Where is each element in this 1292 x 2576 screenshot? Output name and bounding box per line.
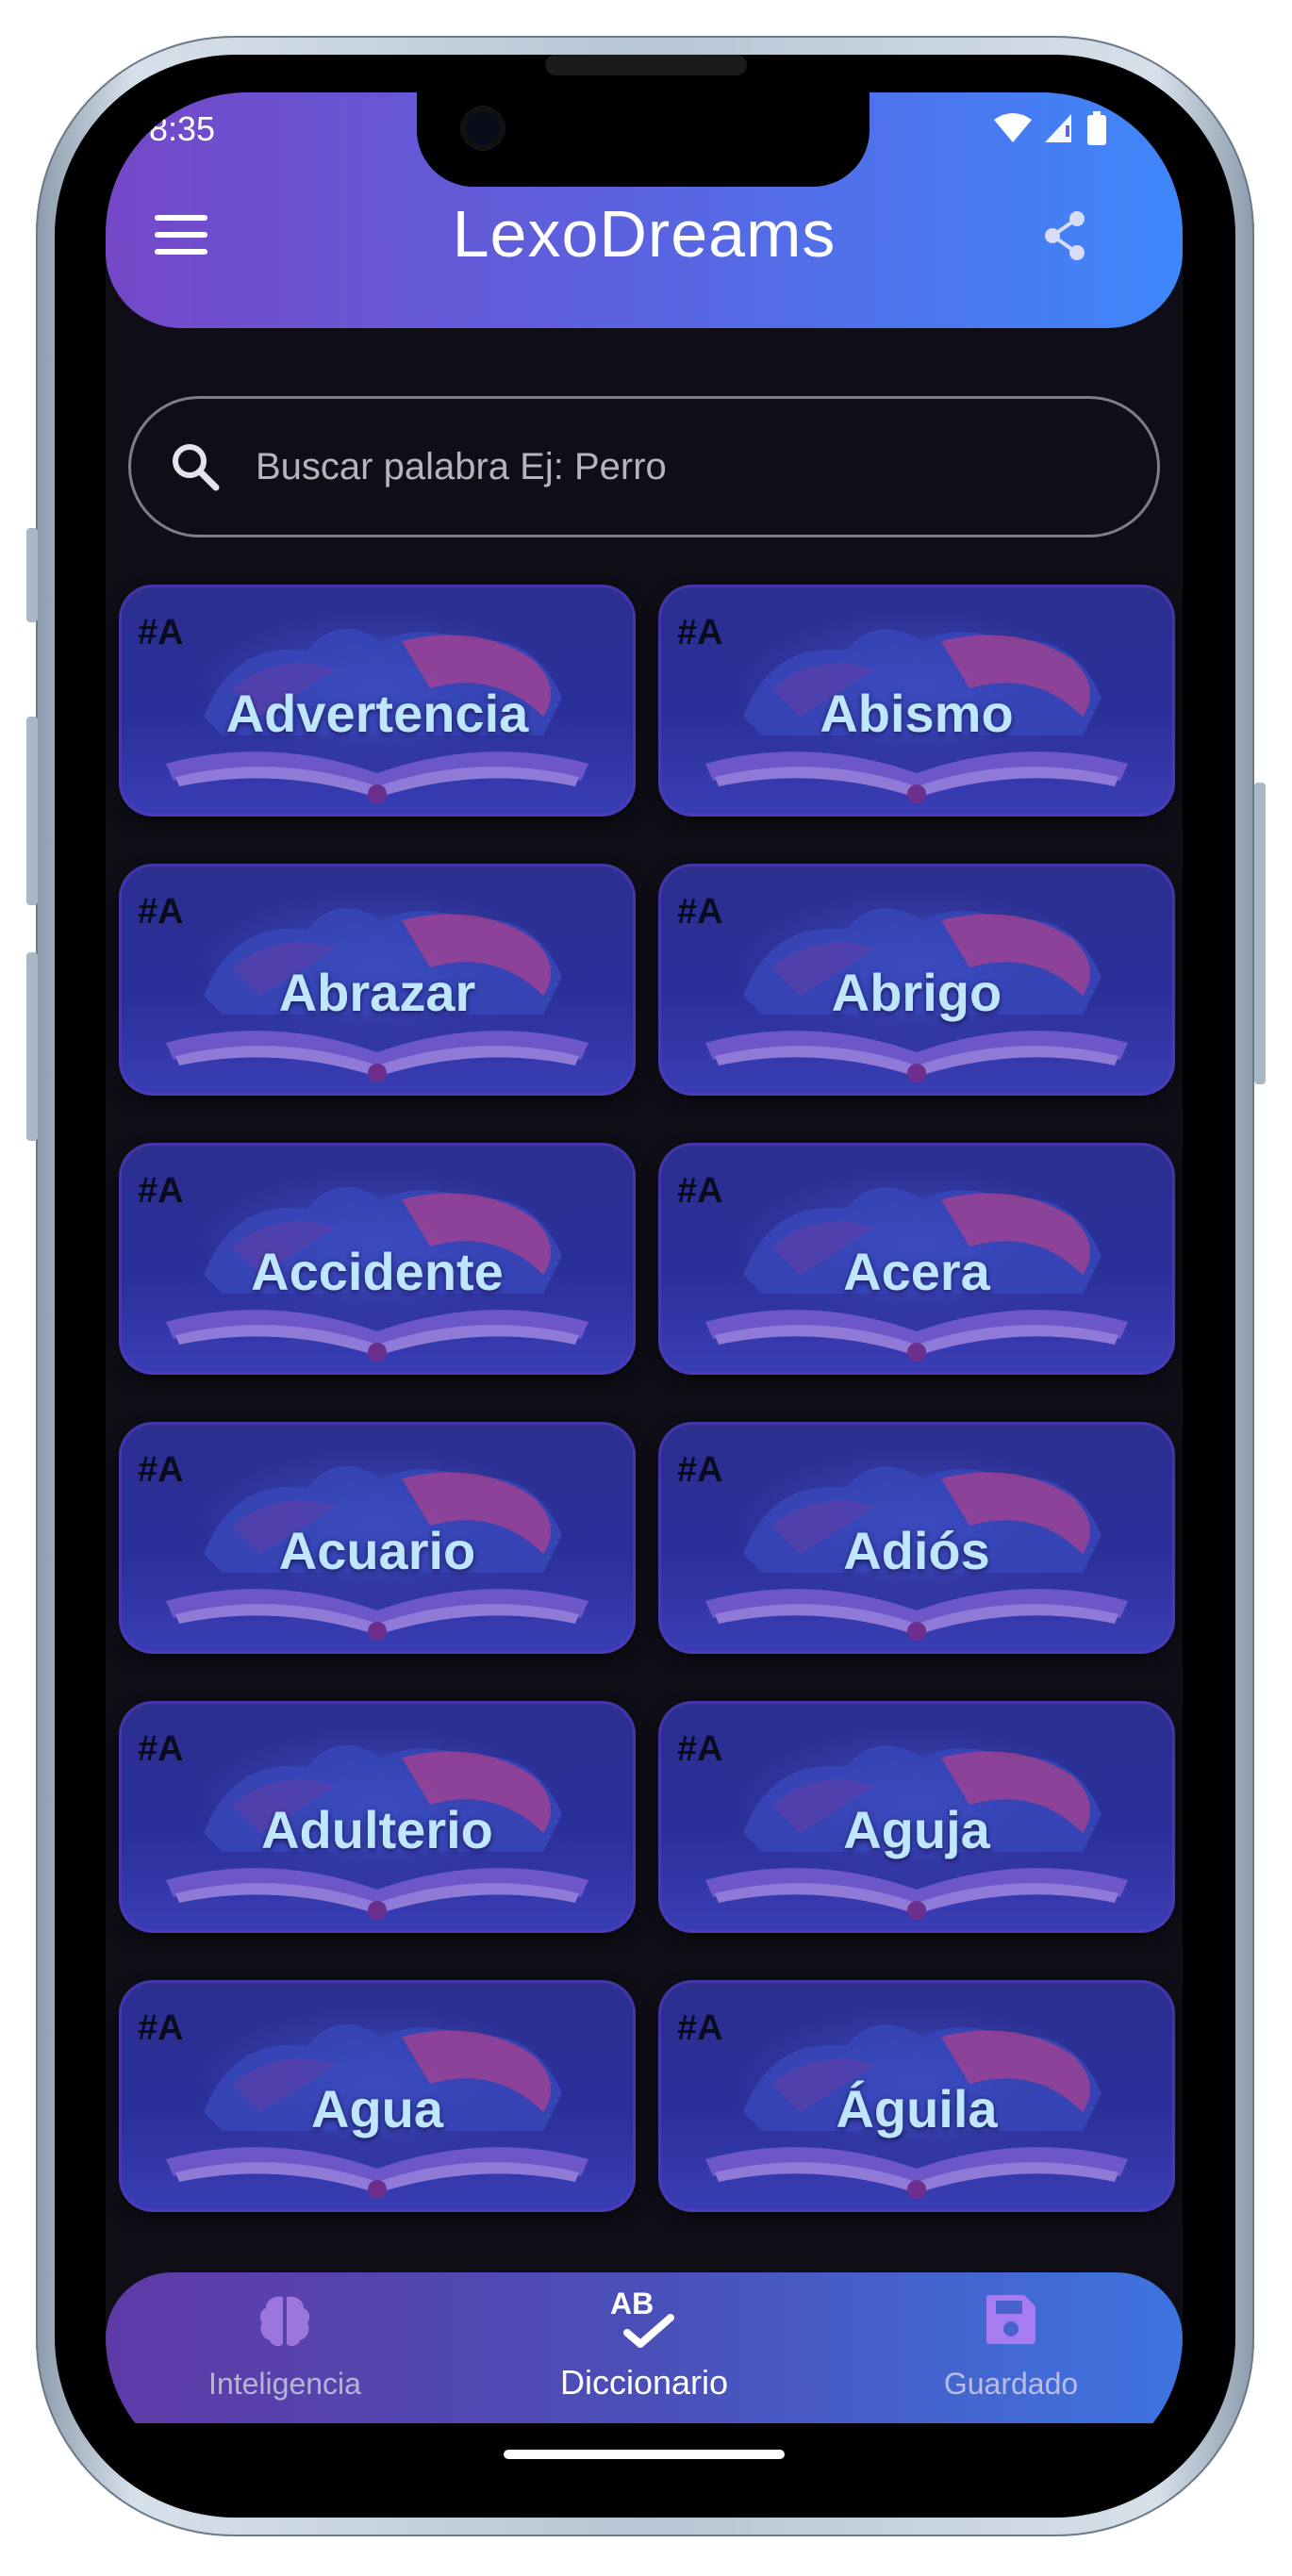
card-word: Águila: [836, 2079, 998, 2138]
nav-label-diccionario: Diccionario: [559, 2363, 729, 2402]
nav-label-inteligencia: Inteligencia: [208, 2367, 361, 2401]
word-card[interactable]: #A Accidente: [119, 1143, 636, 1375]
card-tag: #A: [677, 892, 723, 932]
card-tag: #A: [677, 1729, 723, 1769]
app-header: 8:35 LexoDreams: [106, 92, 1183, 328]
card-tag: #A: [138, 613, 184, 652]
nav-item-inteligencia[interactable]: Inteligencia: [190, 2272, 379, 2423]
word-card[interactable]: #A Águila: [658, 1980, 1175, 2212]
card-tag: #A: [138, 2008, 184, 2048]
cell-signal-icon: [1045, 114, 1071, 142]
camera-notch: [417, 92, 870, 187]
card-tag: #A: [677, 1171, 723, 1211]
spellcheck-icon: AB: [610, 2287, 674, 2348]
share-icon[interactable]: [1041, 209, 1088, 262]
earpiece-speaker: [545, 55, 747, 75]
search-input[interactable]: [254, 444, 1106, 489]
save-icon: [986, 2295, 1035, 2344]
phone-volume-up-button: [26, 717, 38, 905]
word-card[interactable]: #A Adiós: [658, 1422, 1175, 1654]
card-tag: #A: [138, 1450, 184, 1490]
word-card[interactable]: #A Advertencia: [119, 585, 636, 817]
brain-icon: [259, 2296, 310, 2347]
word-card[interactable]: #A Abrigo: [658, 864, 1175, 1096]
card-word: Acera: [843, 1242, 990, 1301]
word-card[interactable]: #A Aguja: [658, 1701, 1175, 1933]
card-word: Adulterio: [261, 1800, 493, 1859]
search-icon: [173, 444, 220, 491]
status-time: 8:35: [149, 109, 216, 148]
word-card[interactable]: #A Adulterio: [119, 1701, 636, 1933]
card-tag: #A: [677, 2008, 723, 2048]
nav-item-diccionario[interactable]: AB Diccionario: [539, 2272, 749, 2423]
word-card[interactable]: #A Acera: [658, 1143, 1175, 1375]
phone-volume-down-button: [26, 952, 38, 1141]
card-word: Adiós: [843, 1521, 990, 1580]
card-word: Abismo: [820, 684, 1014, 743]
word-card[interactable]: #A Agua: [119, 1980, 636, 2212]
app-screen: 8:35 LexoDreams #AAdvertencia#AAbismo#: [106, 92, 1183, 2478]
home-indicator[interactable]: [504, 2450, 785, 2459]
front-camera: [466, 111, 500, 145]
card-tag: #A: [677, 1450, 723, 1490]
card-word: Abrazar: [278, 963, 476, 1022]
wifi-icon: [994, 113, 1032, 142]
status-icons: [994, 111, 1107, 145]
search-bar[interactable]: [128, 396, 1160, 537]
card-word: Acuario: [278, 1521, 476, 1580]
nav-item-guardado[interactable]: Guardado: [917, 2272, 1105, 2423]
card-word: Accidente: [251, 1242, 504, 1301]
battery-icon: [1087, 111, 1106, 145]
card-word: Advertencia: [225, 684, 529, 743]
card-word: Abrigo: [831, 963, 1002, 1022]
bottom-navigation: Inteligencia AB Diccionario Guardado: [106, 2272, 1183, 2423]
app-title: LexoDreams: [452, 197, 836, 271]
card-tag: #A: [138, 1729, 184, 1769]
svg-text:AB: AB: [610, 2287, 654, 2320]
word-card[interactable]: #A Abismo: [658, 585, 1175, 817]
card-tag: #A: [677, 613, 723, 652]
word-card[interactable]: #A Acuario: [119, 1422, 636, 1654]
phone-mute-switch: [26, 528, 38, 622]
card-word: Agua: [311, 2079, 443, 2138]
word-card[interactable]: #A Abrazar: [119, 864, 636, 1096]
card-tag: #A: [138, 1171, 184, 1211]
card-word: Aguja: [843, 1800, 990, 1859]
card-tag: #A: [138, 892, 184, 932]
phone-power-button: [1254, 783, 1266, 1084]
nav-label-guardado: Guardado: [943, 2367, 1079, 2401]
